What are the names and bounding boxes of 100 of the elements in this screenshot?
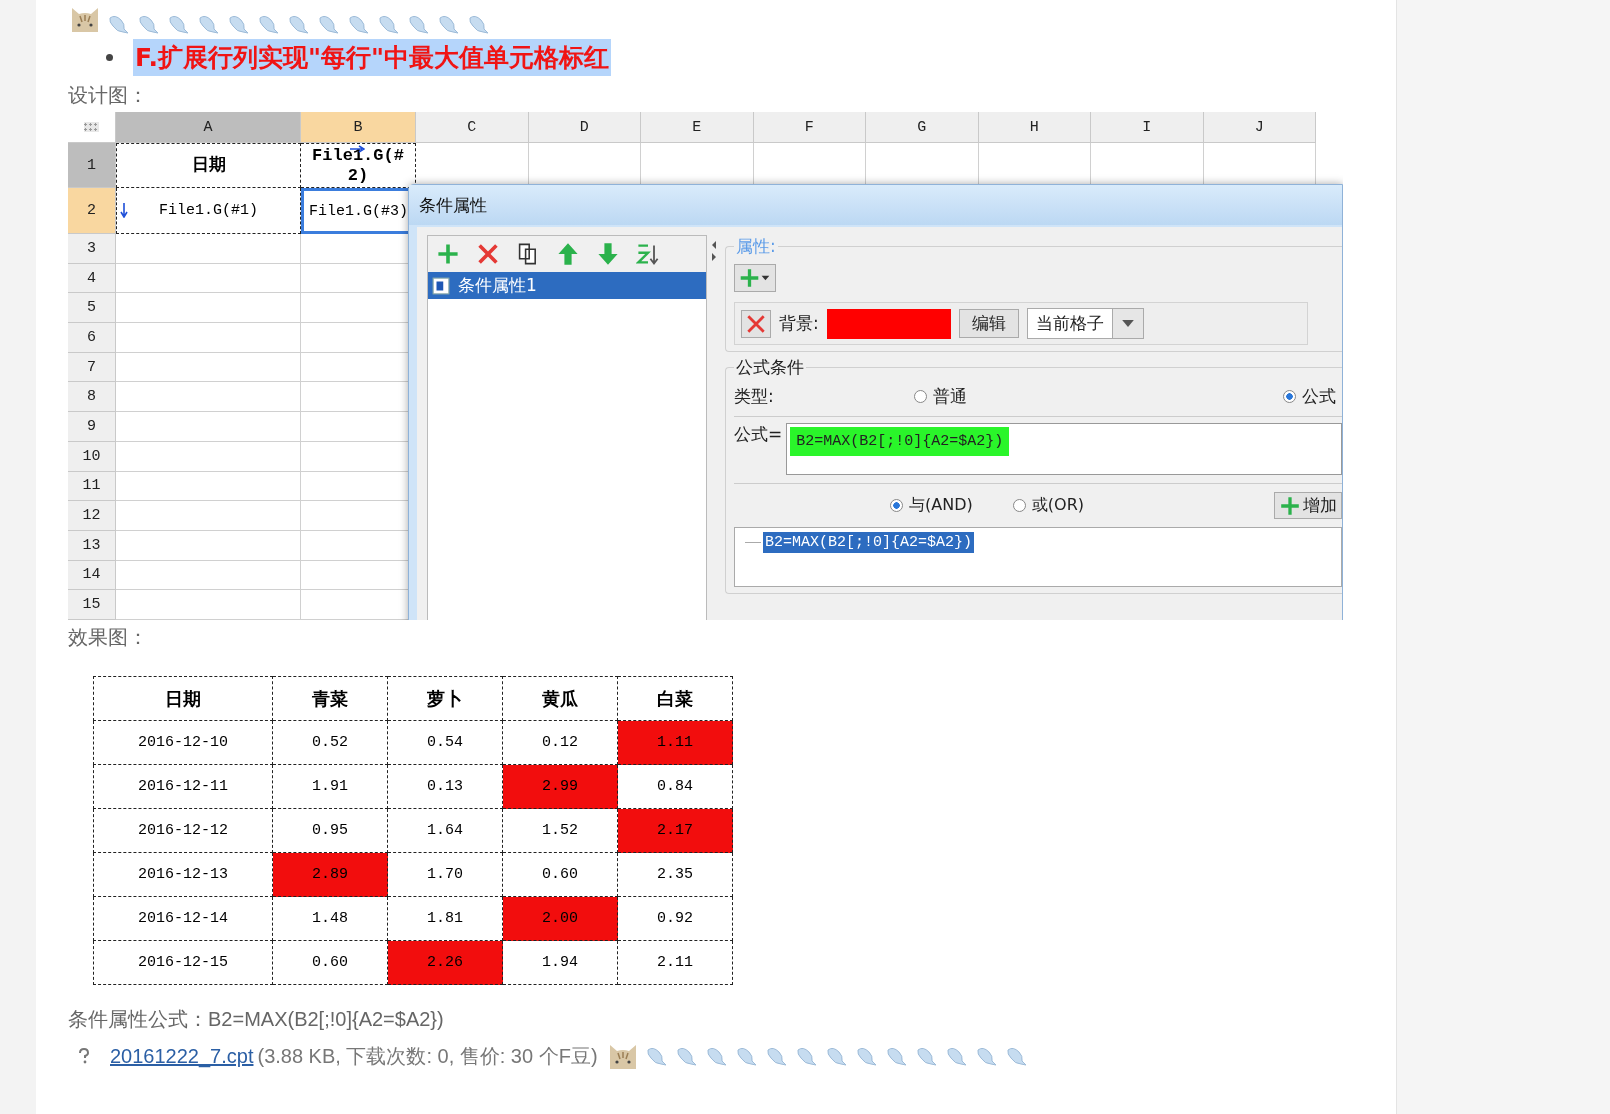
up-arrow-icon[interactable] [556,242,580,266]
sheet-cell[interactable] [116,352,301,383]
column-header[interactable]: E [641,112,754,143]
sheet-cell[interactable]: File1.G(#2) [301,143,416,188]
table-cell: 1.64 [387,808,503,853]
column-header[interactable]: A [116,112,301,143]
group-legend: 属性: [734,235,778,258]
table-cell: 2.00 [502,896,618,941]
table-cell: 2016-12-12 [93,808,273,853]
sheet-cell[interactable]: 日期 [116,143,301,188]
sheet-cell[interactable] [116,234,301,264]
table-cell: 2016-12-10 [93,720,273,765]
row-header[interactable]: 7 [68,352,116,383]
radio-option[interactable]: 与(AND) [890,495,973,516]
radio-option[interactable]: 或(OR) [1012,495,1084,516]
row-header[interactable]: 2 [68,188,116,234]
table-cell: 0.60 [502,852,618,897]
down-arrow-icon [120,202,128,218]
table-cell: 0.12 [502,720,618,765]
section-label: 设计图： [68,83,149,108]
row-header[interactable]: 15 [68,590,116,620]
edit-button[interactable]: 编辑 [958,309,1019,338]
column-header[interactable]: C [416,112,529,143]
column-header[interactable]: G [866,112,979,143]
sheet-cell[interactable] [116,293,301,324]
column-header[interactable]: F [753,112,866,143]
table-cell: 2.11 [617,940,733,985]
radio-option[interactable]: 公式 [1283,385,1336,408]
down-arrow-icon[interactable] [596,242,620,266]
condition-item[interactable]: B2=MAX(B2[;!0]{A2=$A2}) [763,532,975,553]
row-header[interactable]: 13 [68,530,116,561]
sheet-cell[interactable] [116,560,301,591]
column-header[interactable]: I [1091,112,1204,143]
table-cell: 0.52 [272,720,388,765]
formula-field[interactable]: B2=MAX(B2[;!0]{A2=$A2}) [786,423,1342,475]
scope-dropdown[interactable]: 当前格子 [1026,308,1144,339]
add-property-button[interactable] [734,264,776,292]
group-legend: 公式条件 [734,356,806,379]
row-header[interactable]: 5 [68,293,116,324]
table-cell: 2016-12-11 [93,764,273,809]
column-header[interactable]: J [1203,112,1316,143]
add-button[interactable]: 增加 [1274,492,1342,519]
sheet-cell[interactable]: File1.G(#1) [116,188,301,234]
row-header[interactable]: 6 [68,323,116,353]
table-cell: 1.81 [387,896,503,941]
unknown-file-icon [78,1048,90,1064]
section-label: 效果图： [68,625,149,650]
sheet-cell[interactable] [116,412,301,442]
attachment-info: (3.88 KB, 下载次数: 0, 售价: 30 个F豆) [257,1043,598,1069]
caret-icon [1121,320,1134,327]
sheet-cell[interactable] [116,323,301,353]
sheet-cell[interactable] [116,382,301,413]
row-header[interactable]: 11 [68,471,116,502]
sheet-cell[interactable] [116,263,301,294]
table-cell: 2016-12-14 [93,896,273,941]
dialog-title: 条件属性 [409,185,1342,225]
field-label: 公式= [734,423,783,446]
sheet-cell[interactable] [116,590,301,620]
radio-button[interactable] [914,390,927,403]
radio-button[interactable] [1012,499,1026,512]
row-header[interactable]: 10 [68,441,116,472]
row-header[interactable]: 4 [68,263,116,294]
table-cell: 1.94 [502,940,618,985]
attachment-link[interactable]: 20161222_7.cpt [110,1044,254,1068]
list-item[interactable]: 条件属性1 [428,272,706,299]
sheet-cell[interactable] [116,441,301,472]
row-header[interactable]: 9 [68,412,116,442]
row-header[interactable]: 12 [68,501,116,531]
row-header[interactable]: 8 [68,382,116,413]
sheet-cell[interactable] [116,471,301,502]
column-header: 萝卜 [387,676,503,721]
table-cell: 1.11 [617,720,733,765]
table-cell: 0.84 [617,764,733,809]
table-cell: 2.35 [617,852,733,897]
radio-option[interactable]: 普通 [914,385,967,408]
table-cell: 0.60 [272,940,388,985]
radio-button[interactable] [890,499,904,512]
sort-icon[interactable] [636,242,660,266]
formula-note: 条件属性公式：B2=MAX(B2[;!0]{A2=$A2}) [68,1007,445,1032]
row-header[interactable]: 1 [68,143,116,188]
sheet-cell[interactable] [116,530,301,561]
bullet-icon [106,53,113,61]
field-label: 背景: [779,312,819,335]
column-header[interactable]: D [528,112,641,143]
sheet-cell[interactable] [116,501,301,531]
remove-button[interactable] [741,309,771,338]
table-cell: 0.95 [272,808,388,853]
delete-icon[interactable] [476,242,500,266]
column-header[interactable]: B [301,112,416,143]
row-header[interactable]: 3 [68,234,116,264]
table-cell: 1.70 [387,852,503,897]
column-header[interactable]: H [978,112,1091,143]
add-icon[interactable] [436,242,460,266]
column-header: 白菜 [617,676,733,721]
table-cell: 2.89 [272,852,388,897]
color-swatch[interactable] [826,308,951,339]
document-icon [432,276,450,295]
collapse-icon[interactable] [711,239,717,263]
radio-button[interactable] [1283,390,1296,403]
row-header[interactable]: 14 [68,560,116,591]
